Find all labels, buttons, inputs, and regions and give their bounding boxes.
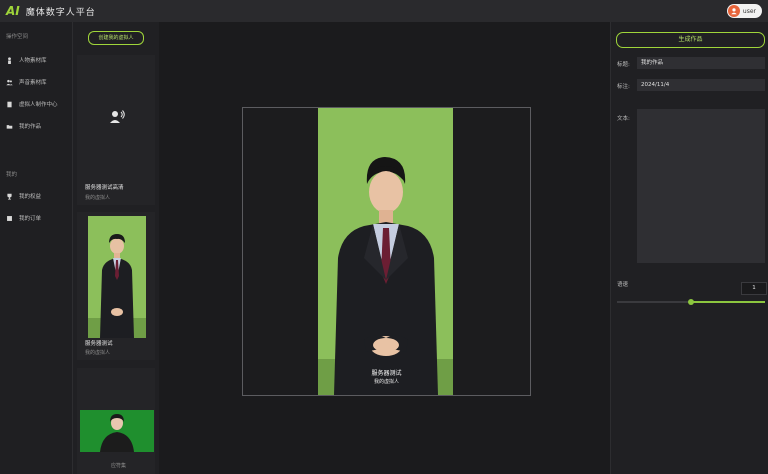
avatar-figure-female <box>100 414 134 452</box>
person-icon <box>6 56 13 64</box>
card-title: 服务器测试高清 <box>85 185 124 191</box>
sidebar-item-label: 人物素材库 <box>19 58 47 64</box>
sidebar-item-my-orders[interactable]: 我的订单 <box>0 210 72 226</box>
green-screen-background <box>318 108 453 395</box>
sidebar-item-my-works[interactable]: 我的作品 <box>0 118 72 134</box>
card-subtitle: 我的虚拟人 <box>85 195 111 201</box>
sidebar-item-label: 虚拟人制作中心 <box>19 102 58 108</box>
speed-value-input[interactable]: 1 <box>741 282 767 295</box>
sidebar-item-virtual-human-center[interactable]: 虚拟人制作中心 <box>0 96 72 112</box>
speed-label: 语速 <box>617 282 629 288</box>
avatar-figure-large <box>334 157 438 395</box>
virtual-human-list: 创建我的虚拟人 服务器测试高清 我的虚拟人 服务器测试 我的虚拟人 应符集 <box>73 22 159 474</box>
list-item[interactable]: 服务器测试 我的虚拟人 <box>77 212 155 360</box>
stage-avatar-title: 服务器测试 <box>371 370 402 377</box>
title-input[interactable]: 我的作品 <box>637 57 765 69</box>
sidebar-item-label: 声音素材库 <box>19 80 47 86</box>
text-input[interactable] <box>637 109 765 263</box>
speed-slider-thumb[interactable] <box>688 299 694 305</box>
order-icon <box>6 215 13 222</box>
sidebar-item-my-benefits[interactable]: 我的权益 <box>0 188 72 204</box>
card-thumbnail <box>80 410 154 452</box>
sidebar-item-label: 我的权益 <box>19 194 42 200</box>
user-menu[interactable]: user <box>726 4 762 18</box>
app-logo: AI <box>6 4 20 18</box>
text-label: 文本: <box>617 116 630 122</box>
folder-icon <box>6 123 13 130</box>
list-item[interactable]: 服务器测试高清 我的虚拟人 <box>77 55 155 205</box>
top-bar: AI 魔体数字人平台 user <box>0 0 768 22</box>
sidebar-item-voice-library[interactable]: 声音素材库 <box>0 74 72 90</box>
trophy-icon <box>6 193 13 200</box>
voice-person-icon <box>109 109 125 125</box>
card-subtitle: 应符集 <box>111 463 127 469</box>
avatar-icon <box>727 5 740 17</box>
nav-section-workspace: 操作空间 <box>6 34 29 40</box>
list-item[interactable]: 应符集 <box>77 368 155 474</box>
sidebar-item-label: 我的订单 <box>19 216 42 222</box>
card-thumbnail <box>88 216 146 338</box>
title-label: 标题: <box>617 62 630 68</box>
app-title: 魔体数字人平台 <box>25 7 96 18</box>
generate-work-button[interactable]: 生成作品 <box>616 32 765 48</box>
work-settings-panel: 生成作品 标题: 我的作品 标注: 2024/11/4 文本: 语速 1 <box>610 22 768 474</box>
card-thumbnail-placeholder <box>81 59 151 177</box>
speed-slider[interactable] <box>617 299 765 305</box>
app-root: AI 魔体数字人平台 user 操作空间 人物素材库 声音素材库 虚拟人制作中心… <box>0 0 768 474</box>
note-input[interactable]: 2024/11/4 <box>637 79 765 91</box>
user-name: user <box>742 7 756 15</box>
create-virtual-human-button[interactable]: 创建我的虚拟人 <box>88 31 144 45</box>
avatar-figure-small <box>88 234 146 338</box>
card-title: 服务器测试 <box>85 341 113 347</box>
sidebar-item-person-library[interactable]: 人物素材库 <box>0 52 72 68</box>
voice-users-icon <box>6 79 13 86</box>
card-subtitle: 我的虚拟人 <box>85 350 111 356</box>
preview-stage: 服务器测试 我的虚拟人 <box>242 107 531 396</box>
sidebar-nav: 操作空间 人物素材库 声音素材库 虚拟人制作中心 我的作品 我的 我的权益 我的… <box>0 22 73 474</box>
speed-slider-fill <box>691 301 765 303</box>
note-label: 标注: <box>617 84 630 90</box>
file-icon <box>6 101 13 108</box>
sidebar-item-label: 我的作品 <box>19 124 42 130</box>
stage-avatar-subtitle: 我的虚拟人 <box>373 379 399 385</box>
nav-section-mine: 我的 <box>6 172 18 178</box>
